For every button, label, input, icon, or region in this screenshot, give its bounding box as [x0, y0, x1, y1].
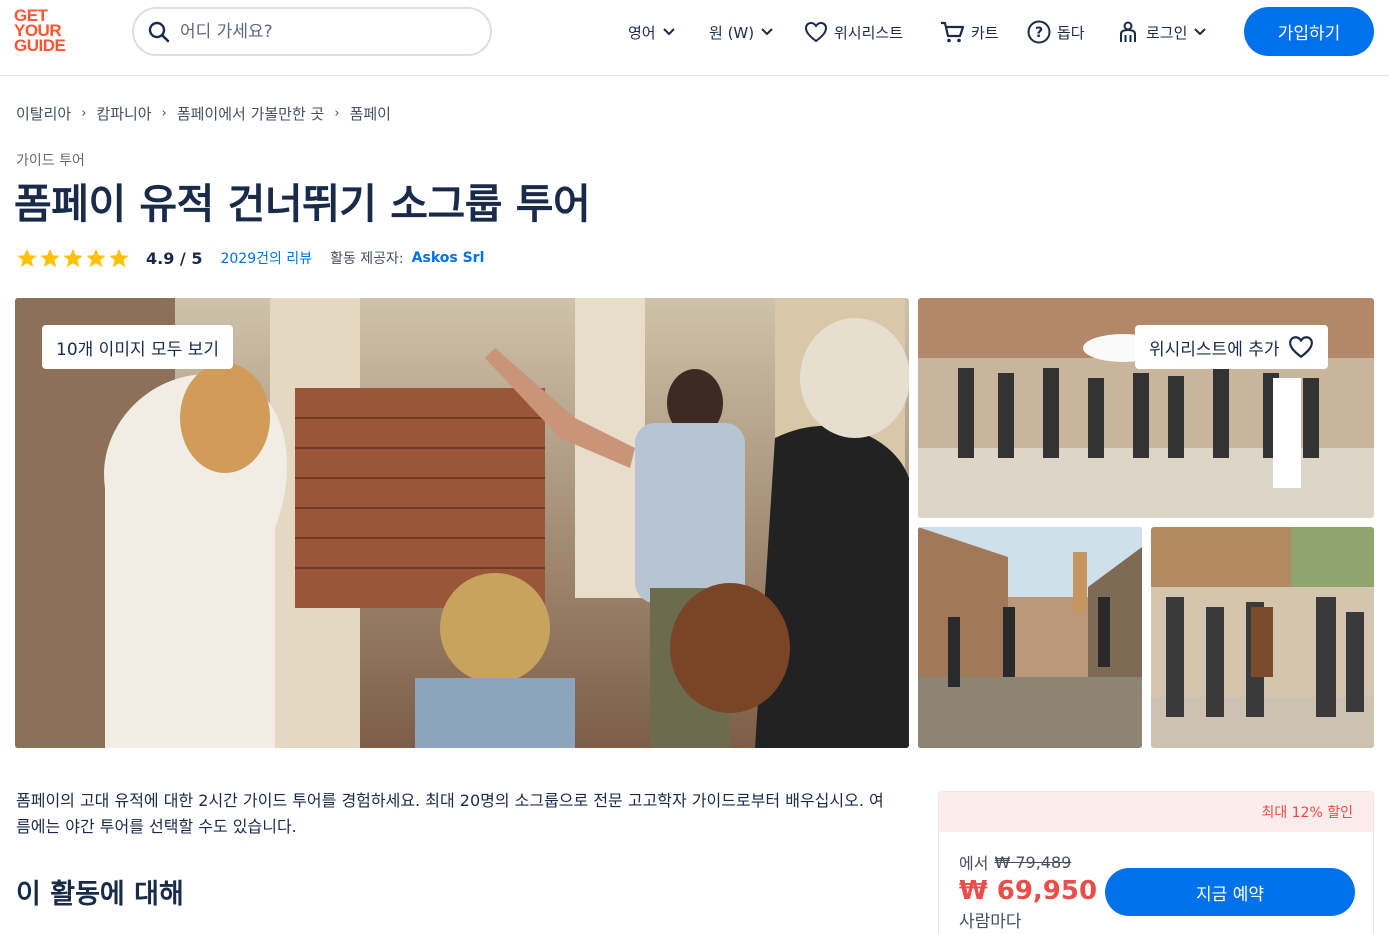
help-label: 돕다	[1057, 23, 1085, 42]
sale-price: ₩ 69,950	[959, 876, 1098, 906]
from-label: 에서	[959, 854, 989, 873]
chevron-down-icon	[761, 28, 773, 36]
cart-label: 카트	[971, 23, 999, 42]
add-to-wishlist-label: 위시리스트에 추가	[1149, 339, 1280, 360]
reviews-link[interactable]: 2029건의 리뷰	[220, 248, 312, 268]
help-link[interactable]: ? 돕다	[1027, 20, 1085, 44]
breadcrumb-item[interactable]: 폼페이에서 가볼만한 곳	[177, 103, 325, 124]
cart-icon	[941, 21, 965, 43]
cart-link[interactable]: 카트	[939, 20, 999, 44]
breadcrumb-item[interactable]: 폼페이	[350, 103, 391, 124]
star-icon	[40, 248, 60, 267]
original-price: ₩ 79,489	[994, 852, 1072, 872]
wishlist-label: 위시리스트	[834, 23, 904, 42]
search-input[interactable]	[180, 21, 460, 42]
wishlist-link[interactable]: 위시리스트	[804, 20, 903, 44]
provider-label: 활동 제공자:	[330, 251, 404, 267]
currency-label: 원 (W)	[709, 23, 755, 42]
breadcrumb-item[interactable]: 이탈리아	[16, 103, 71, 124]
chevron-right-icon: ›	[334, 106, 340, 121]
provider-link[interactable]: Askos Srl	[412, 250, 485, 266]
activity-category: 가이드 투어	[16, 153, 85, 169]
site-header: GET YOUR GUIDE 영어 원 (W) 위시리스트 카트 ? 돕다 로그…	[0, 0, 1389, 76]
breadcrumb: 이탈리아 › 캄파니아 › 폼페이에서 가볼만한 곳 › 폼페이	[16, 103, 391, 124]
help-icon: ?	[1027, 20, 1051, 44]
star-icon	[63, 248, 83, 267]
chevron-right-icon: ›	[81, 106, 87, 121]
logo-line: GUIDE	[14, 36, 66, 55]
page-title: 폼페이 유적 건너뛰기 소그룹 투어	[14, 180, 591, 228]
add-to-wishlist-button[interactable]: 위시리스트에 추가	[1135, 325, 1328, 369]
gallery-photo[interactable]	[918, 527, 1142, 748]
from-price-row: 에서 ₩ 79,489	[959, 850, 1071, 874]
star-rating	[16, 247, 130, 269]
user-group-icon	[1120, 21, 1136, 42]
chevron-down-icon	[662, 28, 675, 36]
login-label: 로그인	[1146, 23, 1188, 42]
guide-explaining-photo	[1151, 527, 1374, 748]
breadcrumb-item[interactable]: 캄파니아	[96, 103, 151, 124]
login-menu[interactable]: 로그인	[1116, 20, 1207, 44]
book-now-button[interactable]: 지금 예약	[1105, 868, 1355, 916]
star-icon	[86, 248, 106, 267]
discount-banner: 최대 12% 할인	[939, 792, 1373, 832]
heart-icon	[804, 21, 828, 43]
rating-value: 4.9 / 5	[146, 248, 203, 268]
search-icon	[148, 21, 170, 42]
language-selector[interactable]: 영어	[628, 20, 676, 44]
svg-text:?: ?	[1035, 25, 1043, 41]
gallery-photo[interactable]	[1151, 527, 1374, 748]
search-bar[interactable]	[132, 7, 492, 56]
chevron-right-icon: ›	[161, 106, 167, 121]
view-all-images-button[interactable]: 10개 이미지 모두 보기	[42, 325, 233, 369]
activity-description: 폼페이의 고대 유적에 대한 2시간 가이드 투어를 경험하세요. 최대 20명…	[16, 791, 884, 836]
rating-row: 4.9 / 5 2029건의 리뷰 활동 제공자: Askos Srl	[16, 246, 484, 270]
logo[interactable]: GET YOUR GUIDE	[14, 7, 80, 55]
currency-selector[interactable]: 원 (W)	[709, 20, 774, 44]
star-icon	[109, 248, 129, 267]
star-icon	[17, 248, 37, 267]
booking-card: 최대 12% 할인 에서 ₩ 79,489 ₩ 69,950 사람마다 지금 예…	[938, 791, 1374, 934]
about-heading: 이 활동에 대해	[16, 879, 184, 910]
chevron-down-icon	[1194, 28, 1207, 36]
per-person-label: 사람마다	[959, 912, 1022, 932]
discount-label: 최대 12% 할인	[1261, 805, 1353, 821]
language-label: 영어	[628, 23, 656, 42]
signup-button[interactable]: 가입하기	[1244, 7, 1374, 56]
heart-icon	[1288, 336, 1313, 359]
street-tour-photo	[918, 527, 1142, 748]
